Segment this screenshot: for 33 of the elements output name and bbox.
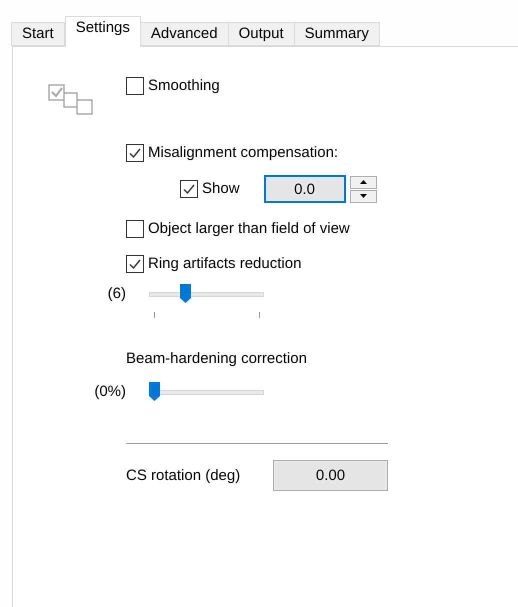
checkbox[interactable] <box>180 180 198 198</box>
checkbox[interactable] <box>126 220 144 238</box>
tab[interactable]: Advanced <box>140 22 229 46</box>
checkbox[interactable] <box>126 255 144 273</box>
slider-thumb[interactable] <box>180 284 192 303</box>
checkbox[interactable] <box>126 77 144 95</box>
checkbox-label: Show <box>202 179 240 199</box>
slider-thumb[interactable] <box>149 382 160 401</box>
slider-tick <box>259 312 260 318</box>
up-arrow-icon <box>360 180 367 184</box>
checkbox-label: Misalignment compensation: <box>148 143 338 163</box>
spin-down-button[interactable] <box>350 190 377 202</box>
tab[interactable]: Summary <box>294 22 380 46</box>
spin-up-button[interactable] <box>350 176 377 188</box>
checkbox-label: Ring artifacts reduction <box>148 254 302 274</box>
check-icon <box>182 182 196 196</box>
number-field[interactable]: 0.00 <box>273 460 388 491</box>
field-label: CS rotation (deg) <box>126 466 242 486</box>
slider-reading: (6) <box>106 284 126 304</box>
slider[interactable] <box>149 284 264 304</box>
down-arrow-icon <box>360 194 367 198</box>
slider[interactable] <box>149 382 264 402</box>
check-icon <box>128 257 142 271</box>
checkbox-label: Smoothing <box>148 76 220 96</box>
tab[interactable]: Start <box>11 22 65 46</box>
tab[interactable]: Settings <box>64 16 141 47</box>
slider-reading: (0%) <box>93 382 126 402</box>
check-icon <box>128 146 142 160</box>
checkbox[interactable] <box>126 144 144 162</box>
number-field[interactable]: 0.0 <box>264 175 346 203</box>
tab[interactable]: Output <box>228 22 295 46</box>
checkbox-label: Object larger than field of view <box>148 219 350 239</box>
section-label: Beam-hardening correction <box>126 349 308 369</box>
